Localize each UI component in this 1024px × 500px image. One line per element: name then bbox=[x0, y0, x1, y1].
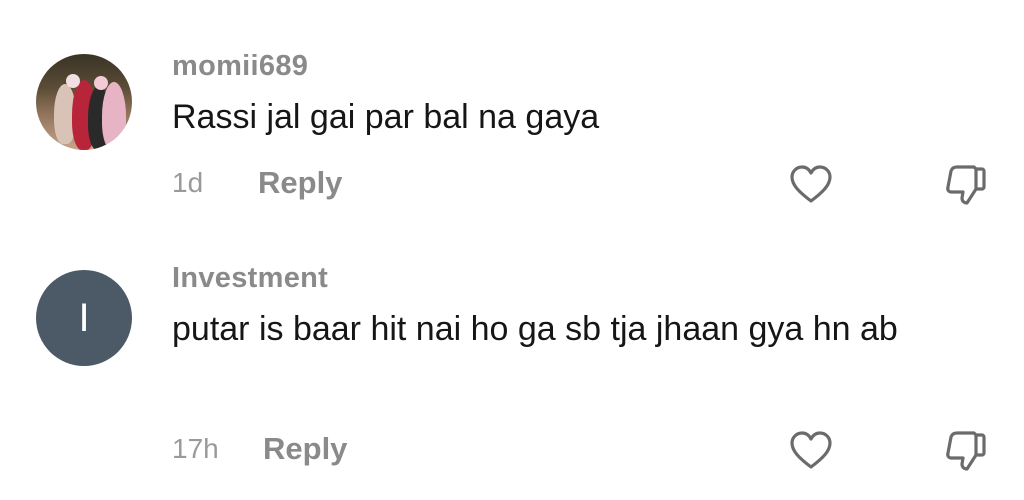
comment-text: Rassi jal gai par bal na gaya bbox=[172, 98, 600, 136]
comment-text: putar is baar hit nai ho ga sb tja jhaan… bbox=[172, 310, 898, 348]
avatar-letter: I bbox=[78, 295, 90, 340]
comment-timestamp: 1d bbox=[172, 167, 204, 198]
avatar[interactable]: I bbox=[36, 270, 132, 366]
heart-outline-icon bbox=[790, 165, 832, 203]
comment-timestamp: 17h bbox=[172, 433, 219, 464]
dislike-button[interactable] bbox=[940, 160, 990, 210]
reply-button[interactable]: Reply bbox=[263, 431, 347, 467]
avatar[interactable] bbox=[36, 54, 132, 150]
comment-username[interactable]: momii689 bbox=[172, 50, 308, 83]
like-button[interactable] bbox=[786, 160, 836, 210]
comment-item: I Investment putar is baar hit nai ho ga… bbox=[0, 240, 1024, 500]
like-button[interactable] bbox=[786, 426, 836, 476]
dislike-button[interactable] bbox=[940, 426, 990, 476]
comment-item: momii689 Rassi jal gai par bal na gaya 1… bbox=[0, 0, 1024, 240]
reply-button[interactable]: Reply bbox=[258, 165, 342, 201]
comment-username[interactable]: Investment bbox=[172, 262, 328, 295]
comments-list: momii689 Rassi jal gai par bal na gaya 1… bbox=[0, 0, 1024, 500]
thumbs-down-icon bbox=[946, 431, 986, 471]
thumbs-down-icon bbox=[946, 165, 986, 205]
heart-outline-icon bbox=[790, 431, 832, 469]
